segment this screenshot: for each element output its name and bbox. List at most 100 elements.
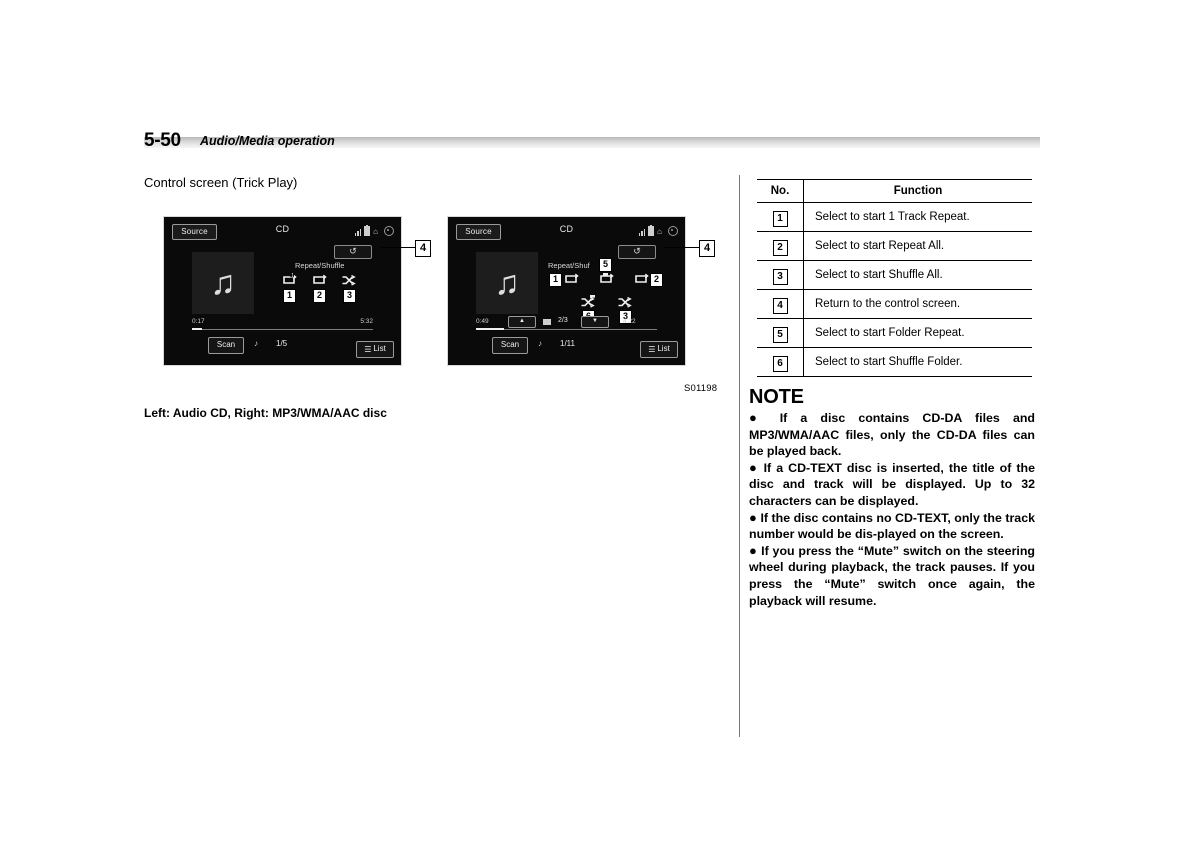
shuffle-all-icon[interactable]: [341, 273, 357, 287]
track-note-icon: ♪: [254, 339, 258, 348]
return-to-control-button[interactable]: ↺: [618, 245, 656, 259]
repeat-shuffle-label: Repeat/Shuffle: [295, 261, 345, 270]
callout-4-right: 4: [699, 240, 715, 257]
leader-line-left: [381, 247, 415, 248]
bullet-icon: ●: [749, 459, 759, 475]
progress-fill: [192, 328, 202, 330]
list-button-label: List: [373, 344, 386, 353]
callout-2: 2: [313, 289, 326, 303]
row-number-cell: 3: [757, 260, 804, 290]
repeat-all-icon[interactable]: [311, 273, 327, 287]
callout-3: 3: [343, 289, 356, 303]
bullet-icon: ●: [749, 410, 767, 425]
signal-strength-icon: [354, 228, 362, 236]
table-row: 2 Select to start Repeat All.: [757, 231, 1032, 261]
note-list: ● If a disc contains CD-DA files and MP3…: [749, 410, 1035, 609]
shuffle-all-icon[interactable]: [617, 295, 633, 309]
row-number-cell: 4: [757, 289, 804, 319]
row-function-cell: Select to start Shuffle All.: [803, 260, 1032, 290]
list-button[interactable]: ☰ List: [640, 341, 678, 358]
track-counter: 1/5: [276, 339, 288, 348]
figure-id: S01198: [684, 383, 718, 394]
callout-badge: 6: [772, 355, 788, 372]
list-button-label: List: [657, 344, 670, 353]
table-row: 1 Select to start 1 Track Repeat.: [757, 202, 1032, 232]
row-number-cell: 1: [757, 202, 804, 232]
bluetooth-icon: ⌂: [657, 227, 662, 236]
note-item: ● If a disc contains CD-DA files and MP3…: [749, 410, 1035, 460]
return-to-control-button[interactable]: ↺: [334, 245, 372, 259]
row-number-cell: 5: [757, 318, 804, 348]
list-glyph-icon: ☰: [648, 345, 656, 354]
repeat-all-icon[interactable]: [633, 272, 649, 286]
music-note-icon: ♫: [494, 264, 520, 302]
album-art: ♫: [476, 252, 538, 314]
repeat-one-icon[interactable]: 1: [281, 273, 297, 287]
note-item-text: If a CD-TEXT disc is inserted, the title…: [749, 460, 1035, 508]
progress-fill: [476, 328, 504, 330]
note-item: ● If a CD-TEXT disc is inserted, the tit…: [749, 460, 1035, 510]
function-table: No. Function 1 Select to start 1 Track R…: [757, 179, 1032, 377]
callout-2: 2: [650, 273, 663, 287]
row-function-cell: Select to start Shuffle Folder.: [803, 347, 1032, 377]
column-divider: [739, 175, 740, 737]
column-header-function: Function: [803, 179, 1032, 203]
track-note-icon: ♪: [538, 339, 542, 348]
battery-icon: [648, 225, 655, 236]
callout-5: 5: [599, 258, 612, 272]
bullet-icon: ●: [749, 542, 758, 558]
running-header: 5-50 Audio/Media operation: [144, 130, 1040, 152]
callout-1: 1: [549, 273, 562, 287]
repeat-folder-icon[interactable]: [598, 272, 614, 286]
row-number-cell: 6: [757, 347, 804, 377]
status-bar: ⌂: [354, 225, 394, 236]
music-note-icon: ♫: [210, 264, 236, 302]
left-head-unit-screen: Source CD ⌂ ♫ ↺ Repeat/Shuffle 1 1 2 3 0…: [163, 216, 402, 366]
folder-counter: 2/3: [558, 317, 568, 324]
list-button[interactable]: ☰ List: [356, 341, 394, 358]
gear-icon[interactable]: [384, 226, 394, 236]
row-function-cell: Select to start 1 Track Repeat.: [803, 202, 1032, 232]
row-function-cell: Select to start Repeat All.: [803, 231, 1032, 261]
gear-icon[interactable]: [668, 226, 678, 236]
right-head-unit-screen: Source CD ⌂ ♫ ↺ Repeat/Shuf 1 5 2 3 0:49…: [447, 216, 686, 366]
status-bar: ⌂: [638, 225, 678, 236]
manual-page: 5-50 Audio/Media operation Control scree…: [0, 0, 1200, 863]
note-item: ● If you press the “Mute” switch on the …: [749, 543, 1035, 609]
subheading: Control screen (Trick Play): [144, 175, 298, 190]
folder-down-button[interactable]: ▼: [581, 316, 609, 328]
callout-badge: 5: [772, 326, 788, 343]
folder-icon: [543, 319, 551, 325]
page-number: 5-50: [144, 130, 181, 151]
note-item-text: If the disc contains no CD-TEXT, only th…: [749, 510, 1035, 542]
note-item-text: If you press the “Mute” switch on the st…: [749, 543, 1035, 608]
note-item-text: If a disc contains CD-DA files and MP3/W…: [749, 411, 1035, 459]
scan-button[interactable]: Scan: [492, 337, 528, 354]
note-heading: NOTE: [749, 386, 804, 408]
list-glyph-icon: ☰: [364, 345, 372, 354]
callout-badge: 4: [772, 297, 788, 314]
signal-strength-icon: [638, 228, 646, 236]
svg-text:1: 1: [291, 273, 294, 279]
elapsed-time: 0:17: [192, 318, 205, 325]
battery-icon: [364, 225, 371, 236]
total-time: 5:32: [360, 318, 373, 325]
elapsed-time: 0:49: [476, 318, 489, 325]
column-header-no: No.: [757, 179, 804, 203]
callout-badge: 1: [772, 210, 788, 227]
repeat-one-icon[interactable]: [563, 272, 579, 286]
progress-track[interactable]: [192, 329, 373, 330]
table-row: 5 Select to start Folder Repeat.: [757, 318, 1032, 348]
note-item: ● If the disc contains no CD-TEXT, only …: [749, 510, 1035, 543]
shuffle-folder-icon[interactable]: [580, 295, 596, 309]
table-row: 6 Select to start Shuffle Folder.: [757, 347, 1032, 377]
callout-badge: 2: [772, 239, 788, 256]
scan-button[interactable]: Scan: [208, 337, 244, 354]
total-time: 4:22: [623, 318, 636, 325]
callout-4-left: 4: [415, 240, 431, 257]
row-number-cell: 2: [757, 231, 804, 261]
figure-caption: Left: Audio CD, Right: MP3/WMA/AAC disc: [144, 406, 387, 420]
bluetooth-icon: ⌂: [373, 227, 378, 236]
callout-1: 1: [283, 289, 296, 303]
folder-up-button[interactable]: ▲: [508, 316, 536, 328]
